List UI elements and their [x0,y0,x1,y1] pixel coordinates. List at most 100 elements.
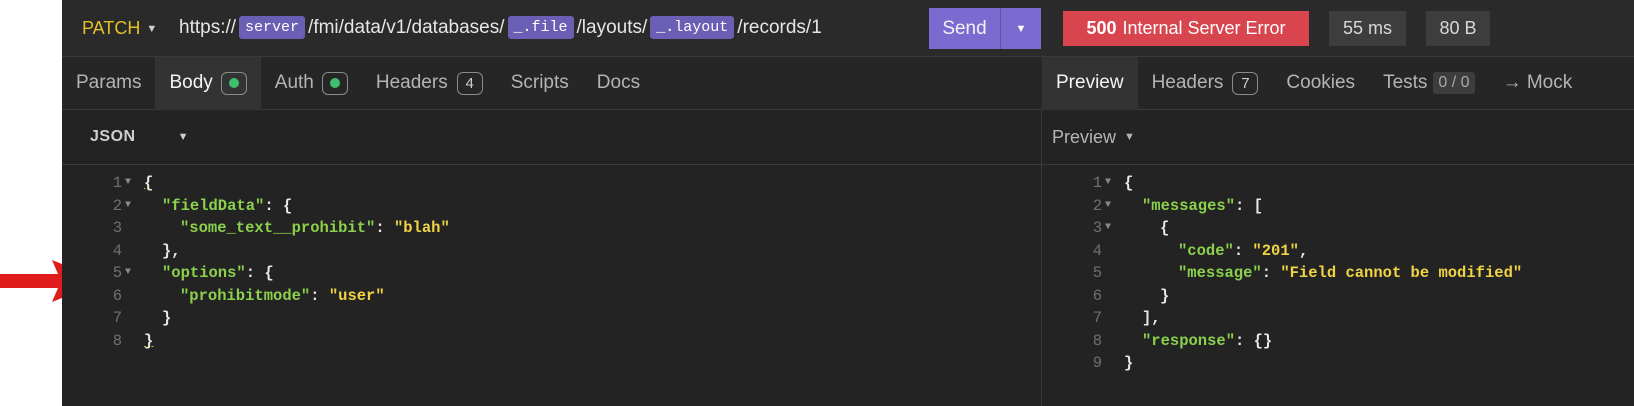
tab-label: Headers [1151,72,1224,93]
json-punctuation: { [144,174,154,192]
caret-down-icon: ▼ [1015,22,1027,35]
fold-caret-icon[interactable]: ▼ [1102,172,1124,195]
fold-caret-icon[interactable]: ▼ [122,172,144,195]
json-key: "code" [1178,241,1234,260]
fold-caret-icon[interactable]: ▼ [122,195,144,218]
code-content: } [1124,352,1133,375]
code-content: { [1124,217,1169,240]
json-key: "options" [162,264,246,282]
tab-params[interactable]: Params [62,57,155,110]
response-body-viewer: 1 ▼{2 ▼ "messages": [3 ▼{4 "code": "201", 5 "me… [1042,172,1634,375]
code-line: 4}, [62,240,1042,263]
json-punctuation: } [162,309,172,327]
tab-scripts[interactable]: Scripts [497,57,583,110]
code-line: 1 ▼{ [62,172,1042,195]
json-key: "messages" [1142,196,1236,215]
line-number: 7 [1092,309,1102,327]
tab-cookies[interactable]: Cookies [1272,57,1369,110]
code-content: "code": "201", [1124,240,1308,263]
json-string: "blah" [393,219,450,237]
line-number: 2 [112,196,122,215]
preview-mode-bar: Preview ▼ [1042,110,1634,165]
tab-mock[interactable]: → Mock [1489,57,1587,110]
json-key: "response" [1142,331,1236,350]
body-format-bar: JSON ▼ [62,110,1042,165]
code-line: 6} [1042,285,1634,308]
send-button-group: Send ▼ [929,8,1041,49]
tab-label: Tests [1383,72,1428,93]
method-select[interactable]: PATCH ▼ [82,18,157,39]
tests-count-badge: 0 / 0 [1433,72,1475,94]
url-variable-server[interactable]: server [239,16,306,39]
json-punctuation: : [1233,241,1253,260]
json-punctuation: ], [1142,309,1161,327]
code-line: 4 "code": "201", [1042,240,1634,263]
response-size: 80 B [1426,11,1490,46]
line-number: 3 [112,219,122,237]
fold-caret-icon[interactable]: ▼ [1102,217,1124,240]
url-part: /records/1 [737,16,822,38]
fold-gutter [122,217,144,240]
preview-mode-select[interactable]: Preview [1052,127,1116,148]
tab-body[interactable]: Body [155,56,261,110]
code-content: ], [1124,307,1161,330]
response-status-bar: 500 Internal Server Error 55 ms 80 B [1042,0,1634,57]
caret-down-icon[interactable]: ▼ [178,131,189,143]
fold-gutter [1102,330,1124,353]
headers-count-badge: 4 [456,71,483,95]
url-bar: PATCH ▼ https:// server /fmi/data/v1/dat… [62,0,1042,57]
tab-docs[interactable]: Docs [583,57,654,110]
code-line: 7], [1042,307,1634,330]
line-number: 5 [1092,264,1102,282]
tab-label: Docs [596,72,641,93]
fold-caret-icon[interactable]: ▼ [122,262,144,285]
tab-label: Body [169,72,213,93]
line-number: 3 [1092,219,1102,237]
fold-gutter [1102,240,1124,263]
tab-tests[interactable]: Tests 0 / 0 [1369,57,1489,110]
line-number: 8 [112,331,122,350]
status-badge: 500 Internal Server Error [1063,11,1309,46]
line-number: 9 [1092,354,1102,372]
send-button[interactable]: Send [929,8,1001,49]
tab-auth[interactable]: Auth [261,57,362,110]
code-line: 5 ▼ "options": { [62,262,1042,285]
caret-down-icon[interactable]: ▼ [1124,131,1135,143]
line-number: 1 [112,174,122,192]
json-string: "201" [1252,241,1299,260]
fold-gutter [122,307,144,330]
body-format-select[interactable]: JSON [90,128,136,146]
response-headers-count-badge: 7 [1232,71,1259,95]
line-number: 6 [1092,286,1102,305]
tab-preview[interactable]: Preview [1042,56,1138,110]
url-part: /fmi/data/v1/databases/ [308,16,505,38]
request-tabs: Params Body Auth Headers 4 Scripts Docs [62,56,1042,110]
code-content: "options": { [144,262,274,285]
fold-caret-icon[interactable]: ▼ [1102,195,1124,218]
code-line: 8} [62,330,1042,353]
url-input[interactable]: https:// server /fmi/data/v1/databases/ … [179,16,822,39]
code-line: 6 "prohibitmode": "user" [62,285,1042,308]
json-key: "prohibitmode" [180,286,311,305]
tab-headers[interactable]: Headers 4 [362,57,497,110]
fold-gutter [1102,262,1124,285]
auth-badge [321,71,348,95]
json-key: "message" [1178,264,1262,282]
request-body-editor[interactable]: 1 ▼{2 ▼ "fieldData": {3 "some_text__prohibit… [62,172,1042,352]
line-number: 2 [1092,196,1102,215]
url-variable-layout[interactable]: _.layout [650,16,735,39]
request-pane: PATCH ▼ https:// server /fmi/data/v1/dat… [62,0,1042,406]
tab-label: Auth [274,72,314,93]
url-part: /layouts/ [576,16,648,38]
green-dot-icon [228,78,239,88]
json-punctuation: { [1124,174,1134,192]
tab-response-headers[interactable]: Headers 7 [1138,57,1273,110]
json-punctuation: : { [245,264,274,282]
api-client-window: PATCH ▼ https:// server /fmi/data/v1/dat… [62,0,1634,406]
json-punctuation: } [1124,354,1134,372]
json-string: "user" [328,286,385,305]
tab-label: Headers [375,72,448,93]
code-line: 9} [1042,352,1634,375]
send-options-button[interactable]: ▼ [1001,8,1041,49]
url-variable-file[interactable]: _.file [507,16,574,39]
